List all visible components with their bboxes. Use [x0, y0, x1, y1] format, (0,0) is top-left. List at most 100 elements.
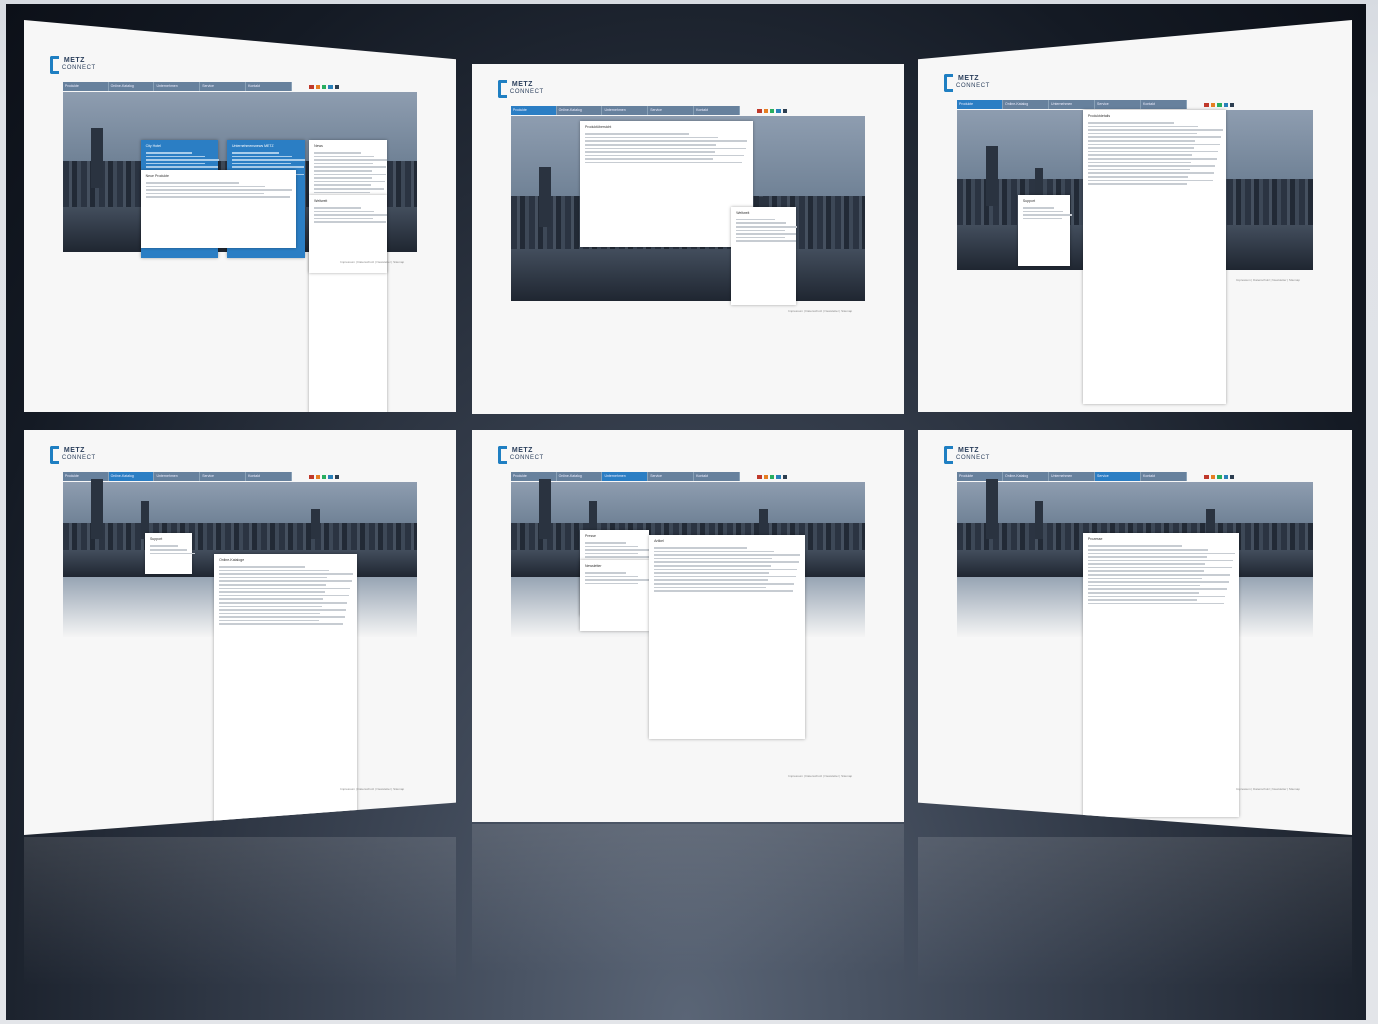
nav-item-4[interactable]: Kontakt — [1141, 100, 1188, 109]
color-swatch — [769, 109, 775, 113]
text-line — [219, 609, 346, 611]
metz-connect-logo: METZ CONNECT — [49, 446, 108, 466]
text-line — [219, 594, 349, 597]
footer-links[interactable]: Impressum | Datenschutz | Newsletter | S… — [1236, 787, 1300, 791]
text-line — [219, 616, 345, 618]
card-text-lines — [1083, 120, 1226, 187]
text-line — [314, 187, 385, 190]
nav-item-1[interactable]: Online-Katalog — [109, 82, 155, 91]
text-line — [585, 545, 639, 548]
text-line — [219, 569, 329, 572]
logo-bracket-icon — [944, 74, 954, 92]
text-line — [314, 184, 371, 186]
nav-item-1[interactable]: Online-Katalog — [108, 472, 155, 481]
text-line — [314, 214, 388, 216]
color-swatch — [309, 85, 314, 89]
nav-item-4[interactable]: Kontakt — [694, 472, 740, 481]
nav-item-4[interactable]: Kontakt — [694, 106, 740, 115]
color-swatch — [334, 475, 340, 479]
text-line — [314, 155, 374, 158]
nav-item-0[interactable]: Produkte — [63, 82, 109, 91]
text-line — [219, 619, 319, 622]
nav-item-2[interactable]: Unternehmen — [154, 472, 201, 481]
card-title: Produktübersicht — [585, 125, 612, 130]
footer-links[interactable]: Impressum | Datenschutz | Newsletter | S… — [1236, 278, 1300, 282]
nav-item-2[interactable]: Unternehmen — [602, 106, 649, 115]
main-navigation: Produkte Online-Katalog Unternehmen Service… — [510, 106, 740, 115]
text-line — [585, 549, 650, 551]
text-line — [1022, 214, 1072, 216]
text-line — [314, 169, 373, 172]
logo-bracket-icon — [49, 56, 59, 74]
text-line — [232, 166, 305, 168]
text-line — [1087, 143, 1220, 146]
color-swatch — [757, 475, 762, 479]
nav-item-1[interactable]: Online-Katalog — [557, 106, 603, 115]
text-line — [654, 586, 767, 589]
text-line — [1087, 154, 1193, 156]
card-title: Support — [149, 537, 163, 542]
color-swatch — [1230, 475, 1235, 479]
nav-item-1[interactable]: Online-Katalog — [557, 472, 603, 481]
color-swatch — [1230, 103, 1235, 107]
nav-item-3[interactable]: Service — [1095, 472, 1142, 481]
text-line — [314, 210, 374, 213]
nav-item-0[interactable]: Produkte — [510, 106, 557, 115]
text-line — [145, 166, 218, 168]
text-line — [149, 548, 187, 551]
footer-links[interactable]: Impressum | Datenschutz | Newsletter | S… — [788, 774, 852, 778]
text-line — [585, 579, 650, 581]
nav-item-1[interactable]: Online-Katalog — [1003, 472, 1050, 481]
nav-item-4[interactable]: Kontakt — [246, 472, 292, 481]
nav-item-2[interactable]: Unternehmen — [154, 82, 201, 91]
text-line — [1087, 588, 1227, 591]
text-line — [219, 576, 328, 579]
nav-item-1[interactable]: Online-Katalog — [1003, 100, 1050, 109]
text-line — [219, 587, 351, 590]
logo-text-connect: CONNECT — [61, 455, 96, 461]
nav-item-2[interactable]: Unternehmen — [602, 472, 649, 481]
text-line — [1087, 595, 1226, 598]
color-swatch — [1223, 103, 1229, 107]
text-line — [219, 612, 321, 615]
nav-item-0[interactable]: Produkte — [957, 100, 1004, 109]
footer-links[interactable]: Impressum | Datenschutz | Newsletter | S… — [340, 260, 404, 264]
screenshot-panel-products-menu: METZ CONNECT Produkte Online-Katalog Unterne… — [472, 64, 904, 414]
nav-item-4[interactable]: Kontakt — [246, 82, 292, 91]
nav-item-2[interactable]: Unternehmen — [1049, 100, 1096, 109]
skyscraper — [539, 167, 552, 227]
screenshot-panel-product-detail: METZ CONNECT Produkte Online-Katalog Unterne… — [918, 20, 1352, 412]
nav-item-2[interactable]: Unternehmen — [1049, 472, 1096, 481]
color-swatch — [757, 109, 762, 113]
content-card: Weltweit — [731, 206, 798, 305]
text-line — [219, 591, 325, 593]
nav-item-3[interactable]: Service — [200, 472, 247, 481]
text-line — [314, 180, 385, 183]
color-swatch — [321, 475, 327, 479]
footer-links[interactable]: Impressum | Datenschutz | Newsletter | S… — [788, 309, 852, 313]
card-title: Newsletter — [585, 564, 602, 568]
text-line — [1087, 577, 1202, 580]
text-line — [1087, 147, 1194, 149]
text-line — [1087, 139, 1196, 142]
content-card: Produktdetails — [1082, 110, 1227, 404]
color-swatch — [763, 475, 768, 479]
logo-text-connect: CONNECT — [61, 65, 96, 71]
content-card: Neue Produkte — [140, 170, 297, 249]
nav-item-3[interactable]: Service — [200, 82, 247, 91]
text-line — [314, 162, 374, 165]
text-line — [314, 166, 387, 168]
text-line — [736, 218, 776, 221]
nav-item-4[interactable]: Kontakt — [1141, 472, 1188, 481]
nav-item-3[interactable]: Service — [1095, 100, 1142, 109]
footer-links[interactable]: Impressum | Datenschutz | Newsletter | S… — [340, 787, 404, 791]
text-line — [736, 229, 786, 232]
color-swatch — [315, 85, 320, 89]
nav-item-3[interactable]: Service — [648, 106, 695, 115]
text-line — [314, 152, 361, 154]
card-title: Weltweit — [314, 199, 328, 203]
screenshot-panel-catalogs: METZ CONNECT Produkte Online-Katalog Unterne… — [24, 430, 456, 835]
color-swatch — [328, 475, 333, 479]
nav-item-3[interactable]: Service — [648, 472, 695, 481]
content-card: Newsletter — [580, 560, 650, 631]
